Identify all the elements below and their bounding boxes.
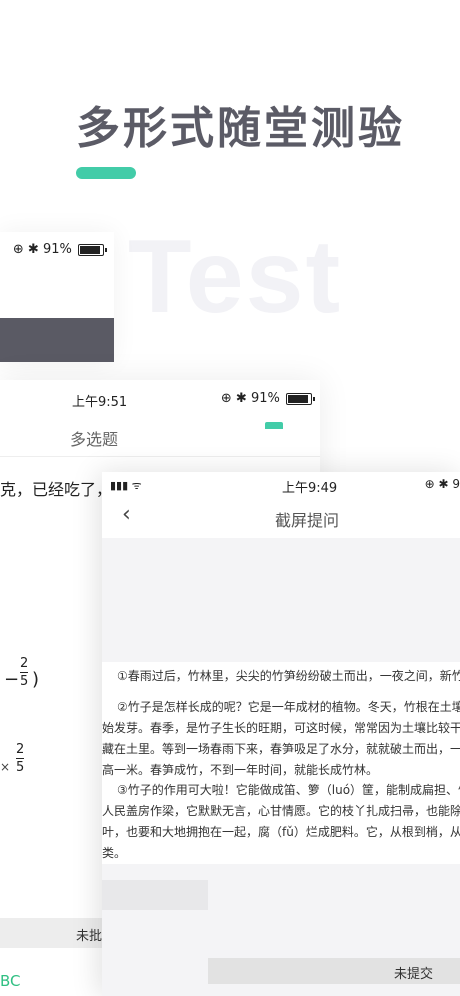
dark-banner xyxy=(0,318,114,362)
status-bar: ⊕ ✱ 91% xyxy=(220,391,315,406)
text-line: 叶，也要和大地拥抱在一起，腐（fǔ）烂成肥料。它，从根到梢，从竿到叶 xyxy=(102,825,460,839)
status-time: 上午9:51 xyxy=(72,395,128,410)
page-title: 多选题 xyxy=(70,430,119,449)
math-expression: − xyxy=(4,669,19,690)
accent-bar xyxy=(76,167,136,179)
page-title: 截屏提问 xyxy=(275,511,340,530)
question-text: 克，已经吃了， xyxy=(0,480,113,499)
phone-screenshot-question: ▮▮▮ ᯤ 上午9:49 ⊕ ✱ 9 ‹ 截屏提问 ①春雨过后，竹林里，尖尖的竹… xyxy=(102,472,460,996)
paragraph: ②竹子是怎样长成的呢？它是一年成材的植物。冬天，竹根在土壤里吸 始发芽。春季，是… xyxy=(102,697,460,781)
fraction-denominator: 5 xyxy=(16,760,25,775)
status-bar: ⊕ ✱ 91% xyxy=(12,242,107,257)
signal-wifi-icon: ▮▮▮ ᯤ xyxy=(110,479,142,492)
minus-sign: − xyxy=(4,669,20,690)
status-indicators: ⊕ ✱ 9 xyxy=(424,477,460,491)
status-time: 上午9:49 xyxy=(282,481,338,496)
status-bar-bottom: 未批 xyxy=(0,918,104,948)
math-paren: ) xyxy=(32,669,40,690)
math-operator: × xyxy=(0,760,11,774)
fraction-denominator: 5 xyxy=(20,674,29,689)
text-line: 类。 xyxy=(102,846,127,860)
paragraph: ①春雨过后，竹林里，尖尖的竹笋纷纷破土而出，一夜之间，新竹遍地 xyxy=(117,666,460,687)
divider xyxy=(0,456,320,457)
text-line: 人民盖房作梁，它默默无言，心甘情愿。它的枝丫扎成扫帚，也能除污（w xyxy=(102,804,460,818)
paragraph: ③竹子的作用可大啦！它能做成笛、箩（luó）筐，能制成扁担、竹杠 人民盖房作梁，… xyxy=(102,780,460,864)
status-indicators: ⊕ ✱ 91% xyxy=(12,242,72,257)
watermark-text: Test xyxy=(128,219,343,335)
answer-option[interactable]: BC xyxy=(0,972,21,990)
shade-block xyxy=(102,880,208,910)
text-line: 始发芽。春季，是竹子生长的旺期，可这时候，常常因为土壤比较干燥（z xyxy=(102,721,460,735)
text-line: ③竹子的作用可大啦！它能做成笛、箩（luó）筐，能制成扁担、竹杠 xyxy=(117,783,460,797)
screenshot-backdrop xyxy=(102,538,460,662)
fraction-bar xyxy=(16,758,25,759)
status-indicators: ⊕ ✱ 91% xyxy=(220,391,280,406)
fraction: 2 5 xyxy=(20,656,29,689)
fraction-bar xyxy=(20,672,29,673)
promo-headline: 多形式随堂测验 xyxy=(76,103,405,154)
fraction: 2 5 xyxy=(16,742,25,775)
article-screenshot[interactable]: ①春雨过后，竹林里，尖尖的竹笋纷纷破土而出，一夜之间，新竹遍地 ②竹子是怎样长成… xyxy=(102,662,460,864)
grading-status: 未批 xyxy=(76,929,103,944)
phone-back: ⊕ ✱ 91% xyxy=(0,232,114,362)
back-button[interactable]: ‹ xyxy=(122,502,131,527)
text-line: 高一米。春笋成竹，不到一年时间，就能长成竹林。 xyxy=(102,763,379,777)
battery-icon xyxy=(78,243,107,256)
fraction-numerator: 2 xyxy=(20,656,29,671)
text-line: ②竹子是怎样长成的呢？它是一年成材的植物。冬天，竹根在土壤里吸 xyxy=(117,700,460,714)
fraction-numerator: 2 xyxy=(16,742,25,757)
text-line: ①春雨过后，竹林里，尖尖的竹笋纷纷破土而出，一夜之间，新竹遍地 xyxy=(117,669,460,683)
menu-icon[interactable] xyxy=(265,422,283,429)
submit-status: 未提交 xyxy=(394,967,434,982)
submit-status-bar: 未提交 xyxy=(208,958,460,984)
battery-icon xyxy=(286,392,315,405)
text-line: 藏在土里。等到一场春雨下来，春笋吸足了水分，就就破土而出，一天能长 xyxy=(102,742,460,756)
